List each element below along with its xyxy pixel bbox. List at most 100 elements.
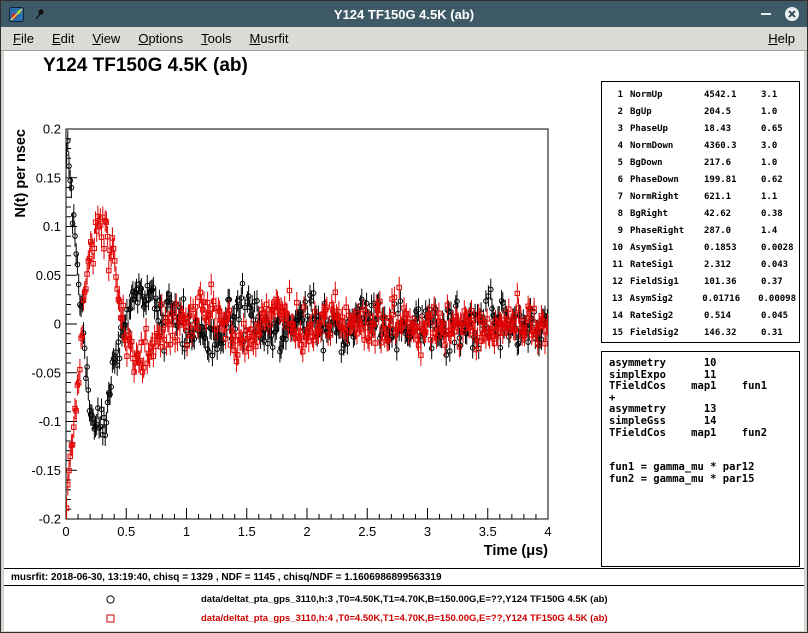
parameter-name: BgUp <box>630 104 704 121</box>
parameter-row: 8BgRight42.620.38 <box>606 206 796 223</box>
parameter-err: 0.65 <box>761 121 796 138</box>
legend-label: data/deltat_pta_gps_3110,h:4 ,T0=4.50K,T… <box>201 613 608 624</box>
fit-info-text: musrfit: 2018-06-30, 13:19:40, chisq = 1… <box>11 572 442 583</box>
parameter-no: 8 <box>606 206 623 223</box>
menu-musrfit[interactable]: Musrfit <box>241 28 298 49</box>
circle-marker-icon <box>105 594 117 605</box>
root-canvas[interactable]: Y124 TF150G 4.5K (ab) 00.511.522.533.54-… <box>4 51 804 568</box>
parameter-row: 14RateSig20.5140.045 <box>606 308 796 325</box>
parameter-err: 0.62 <box>761 172 796 189</box>
parameter-val: 0.01716 <box>702 291 758 308</box>
parameter-val: 18.43 <box>704 121 761 138</box>
parameter-row: 12 FieldSig1101.360.37 <box>606 274 796 291</box>
theory-text: asymmetry 10 simplExpo 11 TFieldCos map1… <box>609 358 799 486</box>
menu-help[interactable]: Help <box>759 28 804 49</box>
pin-icon[interactable] <box>31 5 49 23</box>
parameter-table: 1NormUp4542.13.12BgUp204.51.03PhaseUp18.… <box>601 81 800 343</box>
parameter-val: 2.312 <box>704 257 761 274</box>
parameter-val: 0.1853 <box>704 240 761 257</box>
parameter-no: 11 <box>606 257 623 274</box>
legend-item: data/deltat_pta_gps_3110,h:4 ,T0=4.50K,T… <box>4 609 804 628</box>
minimize-button[interactable] <box>757 5 775 23</box>
parameter-no: 15 <box>606 325 623 342</box>
fit-info-bar: musrfit: 2018-06-30, 13:19:40, chisq = 1… <box>4 568 804 586</box>
legend: data/deltat_pta_gps_3110,h:3 ,T0=4.50K,T… <box>4 586 804 631</box>
svg-text:0.1: 0.1 <box>43 219 61 234</box>
titlebar[interactable]: Y124 TF150G 4.5K (ab) <box>1 1 807 27</box>
parameter-name: BgDown <box>630 155 704 172</box>
parameter-name: RateSig2 <box>630 308 704 325</box>
svg-text:2: 2 <box>303 524 310 539</box>
parameter-no: 12 <box>606 274 623 291</box>
parameter-name: RateSig1 <box>630 257 704 274</box>
parameter-val: 4542.1 <box>704 87 761 104</box>
parameter-val: 287.0 <box>704 223 761 240</box>
parameter-val: 621.1 <box>704 189 761 206</box>
parameter-no: 3 <box>606 121 623 138</box>
legend-label: data/deltat_pta_gps_3110,h:3 ,T0=4.50K,T… <box>201 594 608 605</box>
theory-box: asymmetry 10 simplExpo 11 TFieldCos map1… <box>601 351 800 567</box>
parameter-err: 1.0 <box>761 155 796 172</box>
svg-text:-0.1: -0.1 <box>39 414 61 429</box>
svg-text:3.5: 3.5 <box>479 524 497 539</box>
parameter-no: 7 <box>606 189 623 206</box>
menu-view[interactable]: View <box>83 28 129 49</box>
menu-edit[interactable]: Edit <box>43 28 83 49</box>
parameter-no: 5 <box>606 155 623 172</box>
menubar: FileEditViewOptionsToolsMusrfit Help <box>1 27 807 51</box>
parameter-err: 1.4 <box>761 223 796 240</box>
square-marker-icon <box>105 613 117 624</box>
parameter-val: 101.36 <box>704 274 761 291</box>
parameter-row: 13AsymSig20.017160.00098 <box>606 291 796 308</box>
parameter-val: 217.6 <box>704 155 761 172</box>
parameter-name: FieldSig2 <box>630 325 704 342</box>
parameter-no: 13 <box>606 291 623 308</box>
parameter-err: 3.1 <box>761 87 796 104</box>
parameter-name: FieldSig1 <box>630 274 704 291</box>
parameter-no: 6 <box>606 172 623 189</box>
parameter-val: 199.81 <box>704 172 761 189</box>
parameter-row: 9PhaseRight287.01.4 <box>606 223 796 240</box>
parameter-err: 0.00098 <box>758 291 796 308</box>
parameter-err: 0.043 <box>761 257 796 274</box>
parameter-no: 1 <box>606 87 623 104</box>
parameter-row: 10AsymSig10.18530.0028 <box>606 240 796 257</box>
parameter-no: 4 <box>606 138 623 155</box>
svg-text:0.2: 0.2 <box>43 122 61 137</box>
parameter-err: 0.37 <box>761 274 796 291</box>
parameter-name: NormDown <box>630 138 704 155</box>
svg-text:N(t) per nsec: N(t) per nsec <box>13 129 29 218</box>
parameter-name: PhaseUp <box>630 121 704 138</box>
parameter-name: PhaseRight <box>630 223 704 240</box>
svg-text:Time (μs): Time (μs) <box>484 543 548 559</box>
legend-item: data/deltat_pta_gps_3110,h:3 ,T0=4.50K,T… <box>4 590 804 609</box>
menu-file[interactable]: File <box>4 28 43 49</box>
svg-text:2.5: 2.5 <box>358 524 376 539</box>
svg-text:0.05: 0.05 <box>36 268 61 283</box>
parameter-row: 3 PhaseUp18.430.65 <box>606 121 796 138</box>
svg-text:-0.2: -0.2 <box>39 512 61 527</box>
app-icon <box>7 5 25 23</box>
parameter-err: 0.0028 <box>761 240 796 257</box>
svg-text:-0.05: -0.05 <box>31 365 61 380</box>
parameter-no: 14 <box>606 308 623 325</box>
musrview-window: Y124 TF150G 4.5K (ab) FileEditViewOption… <box>0 0 808 633</box>
svg-text:4: 4 <box>544 524 551 539</box>
parameter-row: 4NormDown4360.33.0 <box>606 138 796 155</box>
parameter-val: 204.5 <box>704 104 761 121</box>
svg-text:-0.15: -0.15 <box>31 463 61 478</box>
menu-options[interactable]: Options <box>129 28 192 49</box>
close-button[interactable] <box>783 5 801 23</box>
svg-text:0.5: 0.5 <box>117 524 135 539</box>
svg-text:0: 0 <box>62 524 69 539</box>
parameter-val: 42.62 <box>704 206 761 223</box>
svg-text:0.15: 0.15 <box>36 170 61 185</box>
parameter-name: BgRight <box>630 206 704 223</box>
menu-tools[interactable]: Tools <box>192 28 240 49</box>
parameter-no: 2 <box>606 104 623 121</box>
parameter-val: 0.514 <box>704 308 761 325</box>
window-title: Y124 TF150G 4.5K (ab) <box>1 7 807 22</box>
parameter-no: 10 <box>606 240 623 257</box>
parameter-err: 0.31 <box>761 325 796 342</box>
parameter-err: 3.0 <box>761 138 796 155</box>
